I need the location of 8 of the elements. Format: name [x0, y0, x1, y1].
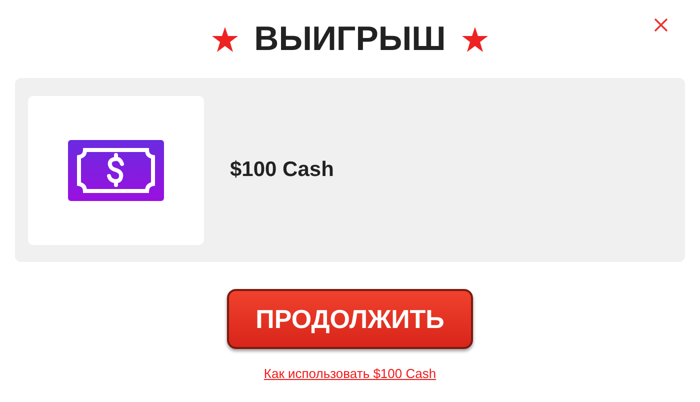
title: ВЫИГРЫШ [254, 22, 446, 56]
banknote-icon [68, 140, 164, 200]
close-button[interactable] [653, 17, 669, 33]
star-icon [462, 26, 488, 52]
star-icon [212, 26, 238, 52]
how-to-use-link[interactable]: Как использовать $100 Cash [264, 364, 436, 384]
prize-label: $100 Cash [230, 157, 334, 184]
continue-button[interactable]: ПРОДОЛЖИТЬ [227, 289, 473, 349]
